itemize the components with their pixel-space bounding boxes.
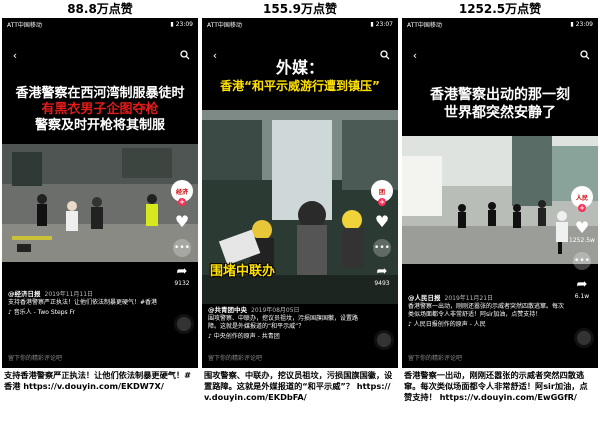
follow-plus-icon[interactable]: + xyxy=(578,204,586,212)
status-time: 23:09 xyxy=(575,20,593,28)
phone-screen: ATT中国移动 ▮ 23:09 ‹ 香港警察在西河湾制服暴徒时 有黑衣男子企图夺枪… xyxy=(2,18,198,368)
battery-icon: ▮ xyxy=(570,20,574,28)
panel-3: 1252.5万点赞 ATT中国移动 ▮ 23:09 ‹ 香港警察出动的那一刻 世界… xyxy=(402,0,598,403)
likes-count: 155.9万点赞 xyxy=(263,2,337,16)
music-title[interactable]: 音乐人 - Two Steps Fr xyxy=(14,309,75,316)
chevron-left-icon[interactable]: ‹ xyxy=(408,48,422,62)
follow-plus-icon[interactable]: + xyxy=(178,198,186,206)
phone-screen: ATT中国移动 ▮ 23:07 ‹ 外媒： 香港“和平示威游行遭到镇压” 围堵中… xyxy=(202,18,398,368)
author-name[interactable]: @人民日报 xyxy=(408,294,441,302)
author-name[interactable]: @共青团中央 xyxy=(208,306,247,314)
share-icon[interactable]: ➦ xyxy=(577,278,588,292)
avatar[interactable]: 经济 + xyxy=(171,180,193,206)
comment-dots-icon[interactable]: ••• xyxy=(173,239,191,257)
share-count: 9493 xyxy=(374,280,390,287)
comment-input[interactable]: 留下你的精彩评论吧 xyxy=(408,353,462,362)
follow-plus-icon[interactable]: + xyxy=(378,198,386,206)
status-bar: ATT中国移动 ▮ 23:07 xyxy=(202,18,398,30)
comment-input[interactable]: 留下你的精彩评论吧 xyxy=(208,353,262,362)
carrier-label: ATT中国移动 xyxy=(7,21,42,29)
panel-2: 155.9万点赞 ATT中国移动 ▮ 23:07 ‹ 外媒： 香港“和平示威游行遭… xyxy=(202,0,398,403)
like-count: 1252.5w xyxy=(569,237,595,244)
top-nav: ‹ xyxy=(408,48,592,62)
status-bar: ATT中国移动 ▮ 23:09 xyxy=(402,18,598,30)
post-date: 2019年11月11日 xyxy=(44,291,94,298)
video-meta: @人民日报 2019年11月21日 香港警察一出动，刚刚还嚣张的示威者突然四散逃窜… xyxy=(408,294,568,329)
video-meta: @共青团中央 2019年08月05日 围攻警察、中联办，挖议员祖坟，污损国旗国徽，… xyxy=(208,306,368,341)
post-date: 2019年11月21日 xyxy=(444,295,494,302)
carrier-label: ATT中国移动 xyxy=(207,21,242,29)
avatar[interactable]: 团 + xyxy=(371,180,393,206)
headline-line: 警察及时开枪将其制服 xyxy=(34,118,165,133)
heart-icon[interactable]: ♥ xyxy=(175,214,189,230)
headline-line: 世界都突然安静了 xyxy=(444,105,556,121)
action-bar: 经济 + ♥ ••• ➦ 9132 xyxy=(170,180,194,287)
music-title[interactable]: 中央创作的原声 - 共青团 xyxy=(214,333,280,340)
video-headline: 外媒： 香港“和平示威游行遭到镇压” xyxy=(202,58,398,94)
share-count: 6.1w xyxy=(574,293,590,300)
music-title[interactable]: 人民日报创作的原声 - 人民 xyxy=(414,321,486,328)
headline-line: 香港“和平示威游行遭到镇压” xyxy=(220,79,380,93)
caption-text: 围攻警察、中联办，挖议员祖坟，污损国旗国徽，设置路障。这就是外媒报道的“和平示威… xyxy=(204,370,393,402)
avatar[interactable]: 人民 + xyxy=(571,186,593,212)
action-bar: 人民 + ♥ 1252.5w ••• ➦ 6.1w xyxy=(569,186,595,300)
video-label: 围堵中联办 xyxy=(210,264,276,279)
comment-input[interactable]: 留下你的精彩评论吧 xyxy=(8,353,62,362)
likes-count: 1252.5万点赞 xyxy=(458,2,542,16)
chevron-left-icon[interactable]: ‹ xyxy=(8,48,22,62)
headline-line: 外媒： xyxy=(275,58,324,77)
likes-count: 88.8万点赞 xyxy=(67,2,133,16)
video-frame[interactable] xyxy=(402,136,598,264)
music-disc-icon[interactable] xyxy=(374,330,394,350)
status-bar: ATT中国移动 ▮ 23:09 xyxy=(2,18,198,30)
video-headline: 香港警察在西河湾制服暴徒时 有黑衣男子企图夺枪 警察及时开枪将其制服 xyxy=(2,86,198,134)
video-scene-image xyxy=(402,136,598,264)
status-time: 23:07 xyxy=(375,20,393,28)
post-date: 2019年08月05日 xyxy=(251,307,300,314)
carrier-label: ATT中国移动 xyxy=(407,21,442,29)
phone-screen: ATT中国移动 ▮ 23:09 ‹ 香港警察出动的那一刻 世界都突然安静了 人民… xyxy=(402,18,598,368)
video-headline: 香港警察出动的那一刻 世界都突然安静了 xyxy=(402,86,598,122)
headline-line: 香港警察出动的那一刻 xyxy=(430,87,570,103)
music-disc-icon[interactable] xyxy=(174,314,194,334)
headline-line: 香港警察在西河湾制服暴徒时 xyxy=(15,86,185,101)
heart-icon[interactable]: ♥ xyxy=(375,214,389,230)
search-icon[interactable] xyxy=(178,48,192,62)
battery-icon: ▮ xyxy=(370,20,374,28)
video-meta: @经济日报 2019年11月11日 支持香港警察严正执法！让他们依法制暴更硬气！#… xyxy=(8,290,168,317)
share-count: 9132 xyxy=(174,280,190,287)
video-description: 支持香港警察严正执法！让他们依法制暴更硬气！#香港 xyxy=(8,299,158,306)
caption-text: 支持香港警察严正执法！让他们依法制暴更硬气！#香港 https://v.douy… xyxy=(4,370,191,391)
comment-dots-icon[interactable]: ••• xyxy=(373,239,391,257)
video-description: 围攻警察、中联办，挖议员祖坟，污损国旗国徽，设置路障。这就是外媒报道的“和平示威… xyxy=(208,315,359,330)
search-icon[interactable] xyxy=(578,48,592,62)
share-icon[interactable]: ➦ xyxy=(177,265,188,279)
video-scene-image xyxy=(2,144,198,262)
video-frame[interactable] xyxy=(2,144,198,262)
author-name[interactable]: @经济日报 xyxy=(8,290,41,298)
caption-text: 香港警察一出动，刚刚还嚣张的示威者突然四散逃窜。每次类似场面都令人非常舒适！阿s… xyxy=(404,370,588,402)
status-time: 23:09 xyxy=(175,20,193,28)
music-disc-icon[interactable] xyxy=(574,328,594,348)
top-nav: ‹ xyxy=(8,48,192,62)
heart-icon[interactable]: ♥ xyxy=(575,220,589,236)
comment-dots-icon[interactable]: ••• xyxy=(573,252,591,270)
video-description: 香港警察一出动，刚刚还嚣张的示威者突然四散逃窜。每次类似场面都令人非常舒适！阿s… xyxy=(408,303,565,318)
share-icon[interactable]: ➦ xyxy=(377,265,388,279)
headline-line: 有黑衣男子企图夺枪 xyxy=(41,102,159,117)
action-bar: 团 + ♥ ••• ➦ 9493 xyxy=(370,180,394,287)
panel-1: 88.8万点赞 ATT中国移动 ▮ 23:09 ‹ 香港警察在西河湾制服暴徒时 有… xyxy=(2,0,198,392)
battery-icon: ▮ xyxy=(170,20,174,28)
